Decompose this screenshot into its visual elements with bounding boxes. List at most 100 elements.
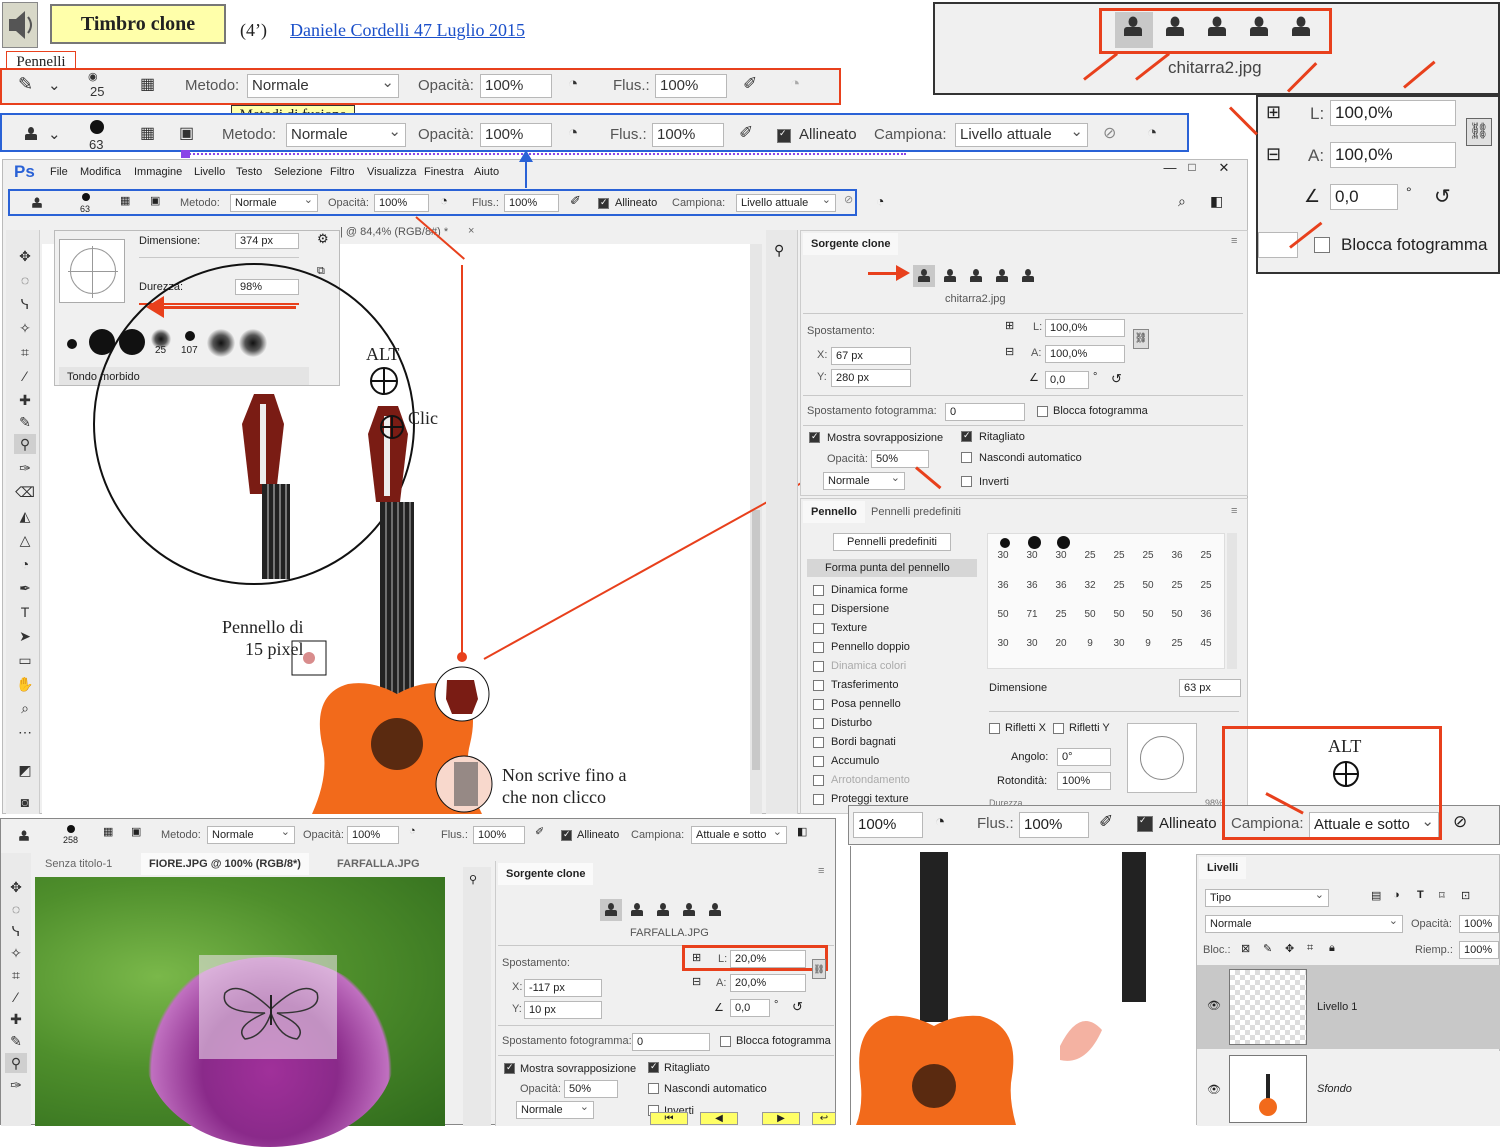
list-checkbox[interactable] — [813, 680, 824, 691]
brush-icon[interactable]: ✎ — [18, 74, 33, 95]
y-input[interactable]: 10 px — [524, 1001, 602, 1019]
hand-tool-icon[interactable]: ✋ — [14, 674, 36, 694]
workspace-icon[interactable]: ◧ — [1210, 193, 1223, 210]
dimensione-slider[interactable] — [989, 711, 1239, 712]
menu-item[interactable]: Testo — [236, 166, 262, 178]
angolo-input[interactable]: 0° — [1057, 748, 1111, 766]
ignore-adjustment-icon[interactable]: ⊘ — [844, 193, 853, 206]
spost-fotogramma-input[interactable]: 0 — [632, 1033, 710, 1051]
clone-source-panel-icon[interactable]: ▣ — [150, 194, 160, 207]
lock-brush-icon[interactable]: ✎ — [1263, 942, 1272, 955]
brush-panel-icon[interactable]: ▦ — [140, 74, 155, 94]
nav-next-button[interactable]: ▶ — [762, 1112, 800, 1125]
color-swatch-icon[interactable]: ◩ — [14, 760, 36, 780]
tipo-filter[interactable]: Tipo — [1205, 889, 1329, 907]
menu-item[interactable]: Immagine — [134, 166, 182, 178]
speaker-button[interactable] — [2, 2, 38, 48]
reset-icon[interactable]: ↺ — [1434, 184, 1451, 209]
grid-scrollbar[interactable] — [1227, 533, 1237, 669]
crop-tool-icon[interactable]: ⌗ — [5, 965, 27, 985]
lock-artboard-icon[interactable]: ⌗ — [1307, 942, 1313, 955]
allineato-checkbox[interactable] — [598, 197, 609, 209]
clone-source-4-icon[interactable] — [680, 901, 698, 919]
link-icon[interactable]: ⛓ — [812, 959, 826, 979]
blocca-checkbox[interactable] — [1314, 237, 1330, 253]
rifletti-y-checkbox[interactable] — [1053, 723, 1064, 734]
airbrush-size-icon[interactable]: ◉ — [88, 70, 98, 83]
list-checkbox[interactable] — [813, 642, 824, 653]
list-checkbox[interactable] — [813, 699, 824, 710]
type-tool-icon[interactable]: T — [14, 602, 36, 622]
menu-item[interactable]: Modifica — [80, 166, 121, 178]
crop-tool-icon[interactable]: ⌗ — [14, 342, 36, 362]
brush-preview-icon[interactable] — [82, 193, 90, 201]
brush-panel-icon[interactable]: ▦ — [140, 123, 155, 143]
metodo-select[interactable]: Normale — [230, 194, 318, 212]
pressure-opacity-icon[interactable]: ◔ — [568, 123, 578, 143]
menu-item[interactable]: File — [50, 166, 68, 178]
opacita-input[interactable]: 50% — [564, 1080, 618, 1098]
reset-icon[interactable]: ↺ — [1111, 371, 1122, 387]
mostra-checkbox[interactable] — [809, 431, 820, 443]
flus-input[interactable]: 100% — [504, 194, 559, 212]
flus-input[interactable]: 100% — [652, 123, 724, 147]
pressure-opacity-icon[interactable]: ◔ — [568, 74, 578, 94]
list-checkbox[interactable] — [813, 794, 824, 805]
maximize-icon[interactable]: □ — [1180, 160, 1204, 174]
airbrush-icon[interactable]: ✐ — [743, 74, 757, 94]
flus-input[interactable]: 100% — [473, 826, 525, 844]
link-icon[interactable]: ⛓ — [1133, 329, 1149, 349]
allineato-checkbox[interactable] — [1137, 815, 1153, 832]
panel-menu-icon[interactable]: ≡ — [818, 865, 824, 877]
layer-row-livello1[interactable]: 👁︎ Livello 1 — [1197, 965, 1500, 1049]
clone-source-dock-icon[interactable]: ⚲ — [469, 873, 477, 886]
opacita-input[interactable]: 50% — [871, 450, 929, 468]
airbrush-icon[interactable]: ✐ — [570, 193, 581, 209]
angle-input[interactable]: 0,0 — [1045, 371, 1089, 389]
clone-source-1-icon[interactable] — [602, 901, 620, 919]
lock-transparent-icon[interactable]: ⊠ — [1241, 942, 1250, 955]
zoom-tool-icon[interactable]: ⌕ — [14, 698, 36, 718]
search-icon[interactable]: ⌕ — [1178, 193, 1186, 210]
marquee-tool-icon[interactable]: ◌ — [14, 270, 36, 290]
clone-source-2-icon[interactable] — [628, 901, 646, 919]
brush-tool-icon[interactable]: ✎ — [5, 1031, 27, 1051]
clone-source-3-icon[interactable] — [967, 267, 985, 285]
a-input[interactable]: 100,0% — [1330, 142, 1456, 168]
more-tools-icon[interactable]: ⋯ — [14, 722, 36, 742]
clone-source-1-icon[interactable] — [915, 267, 933, 285]
ignore-adjustment-icon[interactable]: ⊘ — [1103, 123, 1116, 143]
healing-tool-icon[interactable]: ✚ — [5, 1009, 27, 1029]
clone-stamp-icon[interactable] — [30, 196, 44, 210]
a-input[interactable]: 100,0% — [1045, 345, 1125, 363]
allineato-checkbox[interactable] — [561, 829, 572, 841]
blur-tool-icon[interactable]: △ — [14, 530, 36, 550]
clone-source-dock-icon[interactable]: ⚲ — [774, 242, 784, 259]
lock-move-icon[interactable]: ✥ — [1285, 942, 1294, 955]
quickmask-icon[interactable]: ◙ — [14, 792, 36, 812]
nav-first-button[interactable]: ⏮ — [650, 1112, 688, 1125]
x-input[interactable]: -117 px — [524, 979, 602, 997]
marquee-tool-icon[interactable]: ◌ — [5, 899, 27, 919]
chevron-down-icon[interactable]: ⌄ — [48, 125, 61, 143]
opacita-input[interactable]: 100% — [853, 812, 923, 838]
campiona-select[interactable]: Attuale e sotto — [691, 826, 787, 844]
blocca-checkbox[interactable] — [720, 1036, 731, 1047]
angle-input[interactable]: 0,0 — [1330, 184, 1398, 210]
bucket-tool-icon[interactable]: ◭ — [14, 506, 36, 526]
campiona-select[interactable]: Livello attuale — [955, 123, 1088, 147]
link-icon[interactable]: ⛓ — [1466, 118, 1492, 146]
author-link[interactable]: Daniele Cordelli 47 Luglio 2015 — [290, 20, 525, 41]
opacita-input[interactable]: 100% — [347, 826, 399, 844]
tab-doc[interactable]: FARFALLA.JPG — [329, 853, 428, 875]
x-input[interactable]: 67 px — [831, 347, 911, 365]
brush-panel-icon[interactable]: ▦ — [103, 825, 113, 838]
layer-row-sfondo[interactable]: 👁︎ Sfondo — [1197, 1051, 1500, 1126]
airbrush-icon[interactable]: ✐ — [739, 123, 753, 143]
tab-pennello[interactable]: Pennello — [803, 501, 865, 523]
ignore-adjustment-icon[interactable]: ◧ — [797, 825, 807, 838]
clone-source-1-icon[interactable] — [1120, 14, 1147, 41]
pressure-size-icon[interactable]: ◔ — [1147, 123, 1157, 143]
tab-livelli[interactable]: Livelli — [1199, 857, 1247, 879]
image-filter-icon[interactable]: ▤ — [1371, 889, 1381, 902]
